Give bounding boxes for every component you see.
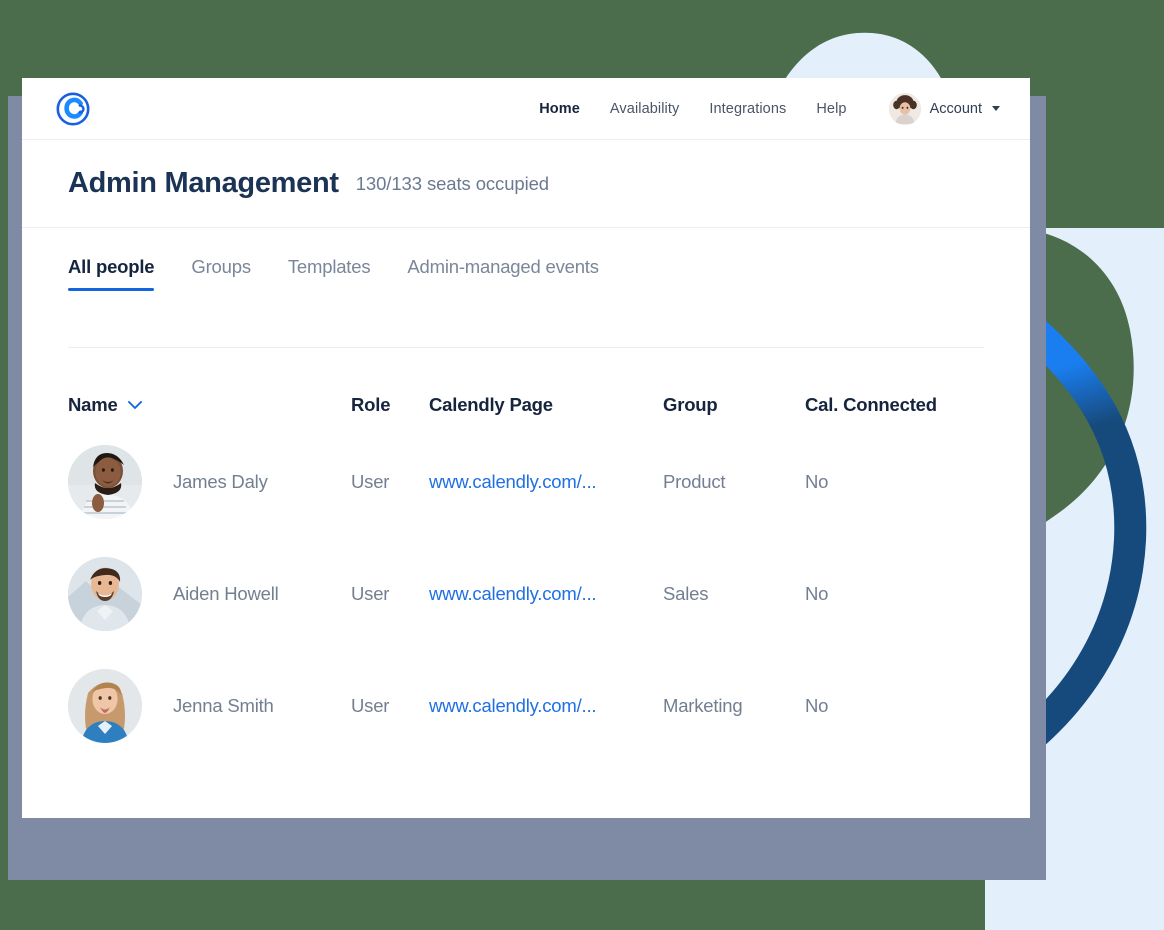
- account-label: Account: [929, 100, 982, 117]
- avatar: [68, 445, 142, 519]
- tab-groups[interactable]: Groups: [191, 256, 251, 291]
- cell-role: User: [351, 583, 390, 604]
- nav-link-home[interactable]: Home: [539, 101, 580, 117]
- cell-cal-connected: No: [805, 695, 829, 716]
- avatar: [68, 669, 142, 743]
- calendly-page-link[interactable]: www.calendly.com/...: [429, 695, 597, 716]
- column-header-group[interactable]: Group: [663, 394, 805, 416]
- people-table: Name Role Calendly Page Group Cal. Conne…: [22, 384, 1030, 762]
- account-avatar: [888, 92, 921, 125]
- table-header: Name Role Calendly Page Group Cal. Conne…: [68, 384, 984, 426]
- cell-cal-connected: No: [805, 583, 829, 604]
- cell-group: Sales: [663, 583, 709, 604]
- nav-link-help[interactable]: Help: [816, 101, 846, 117]
- column-header-role[interactable]: Role: [351, 394, 429, 416]
- cell-role: User: [351, 471, 390, 492]
- cell-name: James Daly: [173, 471, 268, 492]
- seats-occupied-text: 130/133 seats occupied: [355, 172, 549, 194]
- column-header-name[interactable]: Name: [68, 394, 351, 416]
- page-header: Admin Management 130/133 seats occupied: [22, 140, 1030, 228]
- top-navigation-bar: Home Availability Integrations Help Acco…: [22, 78, 1030, 140]
- tab-templates[interactable]: Templates: [288, 256, 371, 291]
- tab-all-people[interactable]: All people: [68, 256, 155, 291]
- chevron-down-icon[interactable]: [127, 401, 142, 409]
- column-header-name-label: Name: [68, 394, 118, 415]
- section-divider: [68, 347, 984, 348]
- cell-role: User: [351, 695, 390, 716]
- page-title: Admin Management: [68, 167, 339, 199]
- cell-group: Marketing: [663, 695, 743, 716]
- calendly-logo-icon: [56, 92, 90, 125]
- app-window: Home Availability Integrations Help Acco…: [22, 78, 1030, 818]
- calendly-logo[interactable]: [54, 90, 92, 128]
- cell-group: Product: [663, 471, 726, 492]
- table-row[interactable]: James Daly User www.calendly.com/... Pro…: [68, 426, 984, 538]
- calendly-page-link[interactable]: www.calendly.com/...: [429, 583, 597, 604]
- calendly-page-link[interactable]: www.calendly.com/...: [429, 471, 597, 492]
- tab-admin-managed-events[interactable]: Admin-managed events: [407, 256, 599, 291]
- cell-calendly-page[interactable]: www.calendly.com/...: [429, 695, 663, 717]
- account-menu[interactable]: Account: [888, 92, 1000, 125]
- cell-calendly-page[interactable]: www.calendly.com/...: [429, 583, 663, 605]
- cell-cal-connected: No: [805, 471, 829, 492]
- column-header-calendly-page[interactable]: Calendly Page: [429, 394, 663, 416]
- table-header-row: Name Role Calendly Page Group Cal. Conne…: [68, 384, 984, 426]
- cell-name: Jenna Smith: [173, 695, 274, 716]
- nav-link-integrations[interactable]: Integrations: [709, 101, 786, 117]
- table-row[interactable]: Jenna Smith User www.calendly.com/... Ma…: [68, 650, 984, 762]
- avatar: [68, 557, 142, 631]
- cell-name: Aiden Howell: [173, 583, 279, 604]
- tab-bar: All people Groups Templates Admin-manage…: [22, 228, 1030, 291]
- cell-calendly-page[interactable]: www.calendly.com/...: [429, 471, 663, 493]
- column-header-cal-connected[interactable]: Cal. Connected: [805, 394, 965, 416]
- nav-link-availability[interactable]: Availability: [610, 101, 679, 117]
- table-body: James Daly User www.calendly.com/... Pro…: [68, 426, 984, 762]
- chevron-down-icon: [992, 106, 1000, 111]
- table-row[interactable]: Aiden Howell User www.calendly.com/... S…: [68, 538, 984, 650]
- primary-nav: Home Availability Integrations Help Acco…: [539, 92, 1000, 125]
